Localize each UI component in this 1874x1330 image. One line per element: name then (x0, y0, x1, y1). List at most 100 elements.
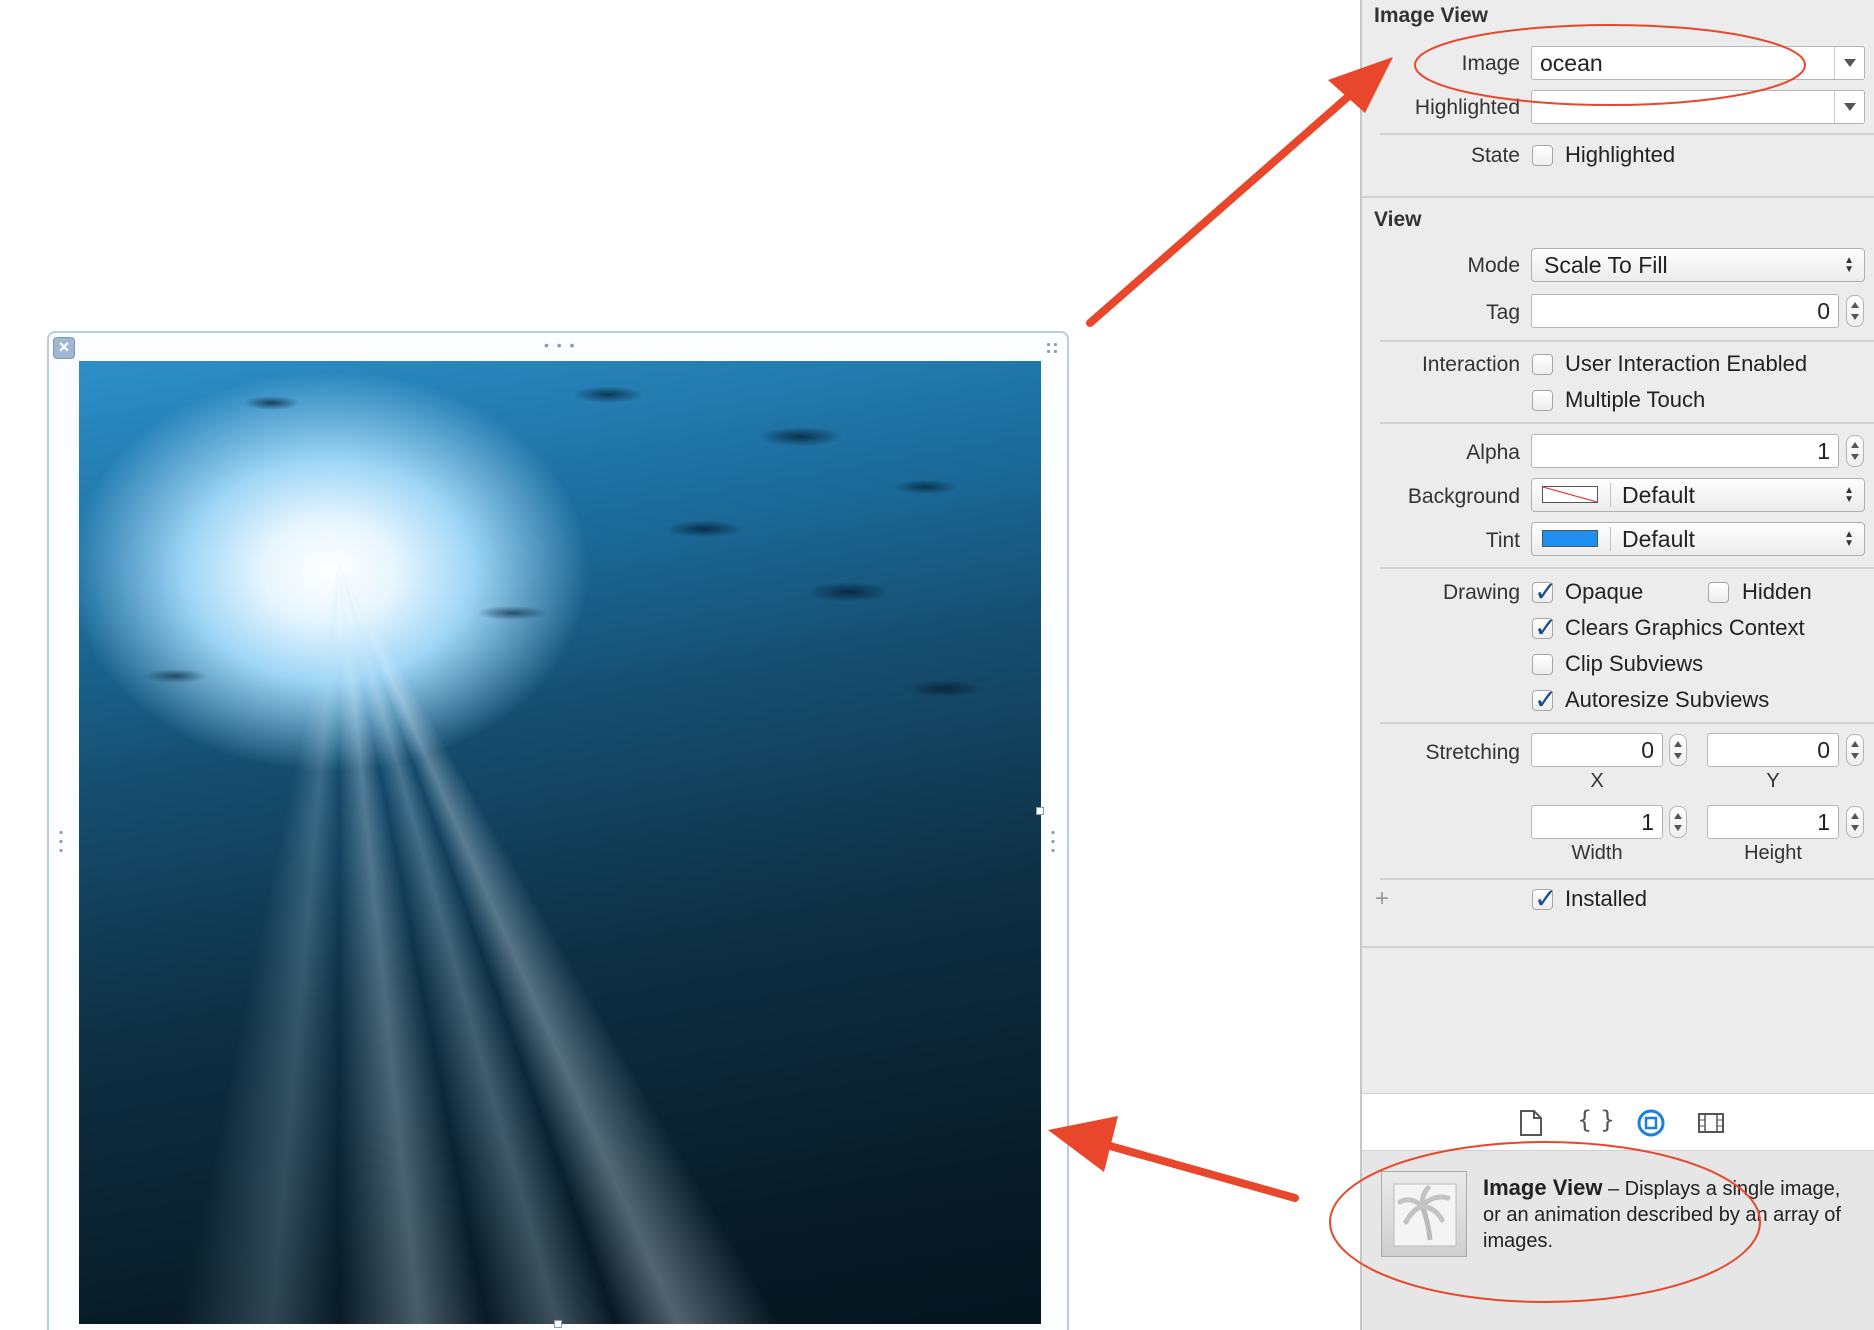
palm-tree-icon (1393, 1183, 1457, 1247)
stretch-height-field[interactable]: 1 (1707, 805, 1839, 839)
background-color-swatch[interactable] (1542, 486, 1598, 503)
highlighted-combo[interactable] (1531, 90, 1865, 124)
divider (1380, 422, 1874, 424)
stretching-label: Stretching (1425, 741, 1520, 764)
image-label: Image (1461, 52, 1520, 75)
image-view-section-title: Image View (1374, 4, 1489, 27)
tag-stepper[interactable] (1846, 295, 1864, 327)
updown-arrows-icon: ▲ ▼ (1844, 529, 1854, 549)
tag-field[interactable]: 0 (1531, 294, 1839, 328)
divider (1380, 567, 1874, 569)
multiple-touch-checkbox[interactable] (1532, 390, 1553, 411)
stretch-y-stepper[interactable] (1846, 734, 1864, 766)
clears-graphics-label: Clears Graphics Context (1565, 615, 1805, 640)
view-section-title: View (1374, 208, 1422, 231)
x-label: X (1590, 770, 1604, 792)
object-icon[interactable] (1636, 1108, 1666, 1138)
mode-label: Mode (1467, 254, 1520, 277)
tag-label: Tag (1486, 301, 1520, 324)
clip-subviews-checkbox[interactable] (1532, 654, 1553, 675)
view-controller-scene[interactable]: × • • • (47, 331, 1069, 1330)
stretch-height-stepper[interactable] (1846, 806, 1864, 838)
width-label: Width (1571, 842, 1623, 864)
stretch-width-field[interactable]: 1 (1531, 805, 1663, 839)
object-library: Image View – Displays a single image, or… (1362, 1151, 1874, 1330)
divider (1380, 340, 1874, 342)
drawing-label: Drawing (1442, 581, 1520, 604)
file-icon[interactable] (1519, 1109, 1543, 1137)
divider (1380, 722, 1874, 724)
add-icon[interactable]: + (1375, 885, 1389, 913)
background-value[interactable]: Default (1622, 482, 1695, 509)
hidden-checkbox[interactable] (1708, 582, 1729, 603)
braces-icon[interactable]: { } (1577, 1106, 1615, 1134)
image-view-icon[interactable] (1381, 1171, 1467, 1257)
drag-handle-icon[interactable]: • • • (544, 337, 576, 353)
ocean-image-view[interactable] (79, 361, 1041, 1324)
tint-color-swatch[interactable] (1542, 530, 1598, 547)
tint-label: Tint (1485, 529, 1520, 552)
state-highlighted-label: Highlighted (1565, 142, 1676, 167)
alpha-stepper[interactable] (1846, 435, 1864, 467)
library-item-title: Image View (1483, 1175, 1603, 1200)
stretch-width-value[interactable]: 1 (1641, 809, 1654, 836)
stretch-y-value[interactable]: 0 (1817, 737, 1830, 764)
background-label: Background (1407, 485, 1520, 508)
stretch-x-field[interactable]: 0 (1531, 733, 1663, 767)
resize-right-icon[interactable] (1051, 828, 1055, 856)
tint-popup[interactable]: Default ▲ ▼ (1531, 522, 1865, 556)
library-item-description: Image View – Displays a single image, or… (1483, 1175, 1853, 1254)
stretch-x-value[interactable]: 0 (1641, 737, 1654, 764)
chevron-down-icon[interactable] (1834, 47, 1864, 79)
opaque-checkbox[interactable] (1532, 575, 1557, 608)
mode-popup[interactable]: Scale To Fill ▲ ▼ (1531, 248, 1865, 282)
user-interaction-label: User Interaction Enabled (1565, 351, 1808, 376)
library-tab-bar: { } (1362, 1093, 1874, 1151)
state-label: State (1470, 144, 1520, 167)
divider (1380, 878, 1874, 880)
stretch-y-field[interactable]: 0 (1707, 733, 1839, 767)
popup-divider (1610, 483, 1611, 507)
autoresize-checkbox[interactable] (1532, 683, 1557, 716)
image-value[interactable]: ocean (1540, 50, 1603, 77)
stretch-height-value[interactable]: 1 (1817, 809, 1830, 836)
chevron-down-icon[interactable] (1834, 91, 1864, 123)
resize-corner-icon[interactable] (1045, 341, 1059, 355)
background-popup[interactable]: Default ▲ ▼ (1531, 478, 1865, 512)
attributes-inspector: Image View Image ocean Highlighted State… (1360, 0, 1874, 1330)
opaque-label: Opaque (1565, 579, 1644, 604)
stretch-x-stepper[interactable] (1669, 734, 1687, 766)
media-icon[interactable] (1697, 1112, 1725, 1134)
interaction-label: Interaction (1421, 353, 1520, 376)
mode-value[interactable]: Scale To Fill (1544, 252, 1668, 279)
resize-handle-right[interactable] (1036, 807, 1044, 815)
updown-arrows-icon: ▲ ▼ (1844, 485, 1854, 505)
divider (1380, 133, 1874, 135)
clears-graphics-checkbox[interactable] (1532, 611, 1557, 644)
highlighted-label: Highlighted (1414, 96, 1520, 119)
clip-subviews-label: Clip Subviews (1565, 651, 1704, 676)
ocean-light-rays (79, 361, 1041, 1324)
tag-value[interactable]: 0 (1817, 298, 1830, 325)
section-divider (1362, 946, 1874, 948)
resize-handle-bottom[interactable] (554, 1320, 562, 1328)
storyboard-canvas[interactable]: × • • • (0, 0, 1360, 1330)
resize-left-icon[interactable] (59, 828, 63, 856)
y-label: Y (1766, 770, 1780, 792)
installed-checkbox[interactable] (1532, 882, 1557, 915)
multiple-touch-label: Multiple Touch (1565, 387, 1706, 412)
image-combo[interactable]: ocean (1531, 46, 1865, 80)
user-interaction-checkbox[interactable] (1532, 354, 1553, 375)
alpha-field[interactable]: 1 (1531, 434, 1839, 468)
state-highlighted-checkbox[interactable] (1532, 145, 1553, 166)
installed-label: Installed (1565, 886, 1647, 911)
tint-value[interactable]: Default (1622, 526, 1695, 553)
autoresize-label: Autoresize Subviews (1565, 687, 1770, 712)
popup-divider (1610, 527, 1611, 551)
alpha-value[interactable]: 1 (1817, 438, 1830, 465)
xcode-window: × • • • Image View Image ocean Highlight… (0, 0, 1874, 1330)
alpha-label: Alpha (1466, 441, 1520, 464)
close-icon[interactable]: × (53, 337, 75, 359)
stretch-width-stepper[interactable] (1669, 806, 1687, 838)
hidden-label: Hidden (1742, 579, 1812, 604)
